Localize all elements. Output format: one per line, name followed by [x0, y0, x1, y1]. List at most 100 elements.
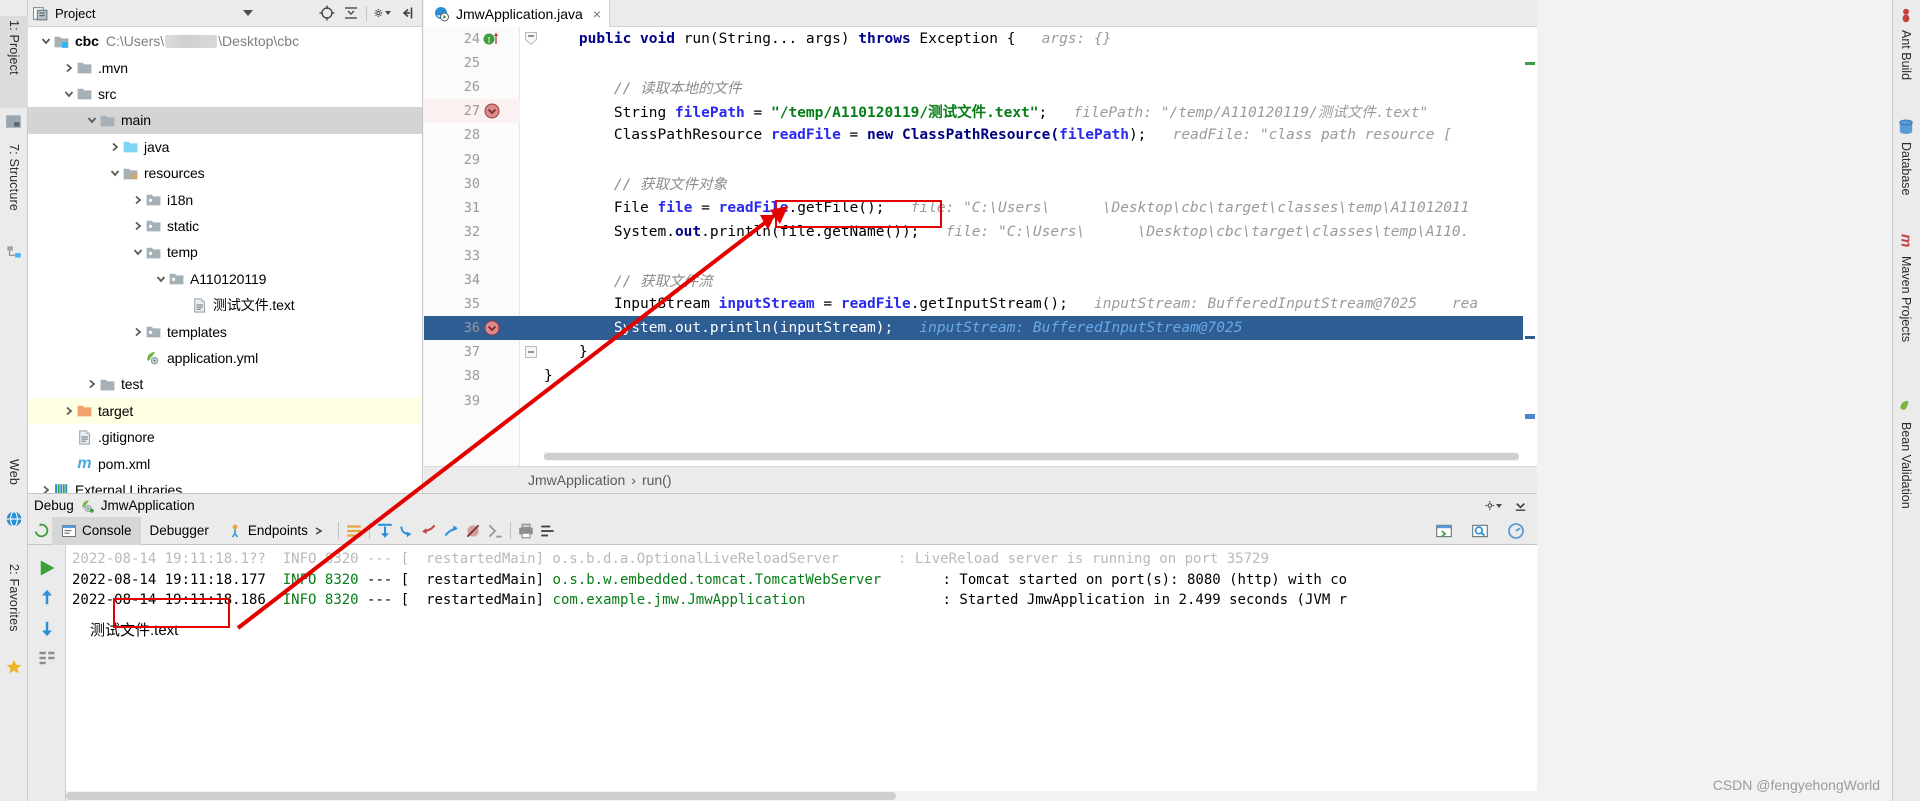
code-line[interactable]: 24 I public void run(String... args) thro… — [424, 27, 1537, 51]
run-method-green-icon[interactable]: I — [482, 29, 502, 49]
chevron-right-icon[interactable] — [130, 192, 145, 207]
tree-row-templates[interactable]: templates — [28, 318, 422, 344]
sidebar-tab-web[interactable]: Web — [0, 455, 28, 507]
step-down-icon[interactable] — [36, 617, 58, 639]
scroll-to-end-icon[interactable] — [374, 520, 396, 542]
debug-header-config[interactable]: JmwApplication — [101, 498, 195, 513]
code-line[interactable]: 26 // 读取本地的文件 — [424, 75, 1537, 99]
code-line[interactable]: 31 File file = readFile.getFile(); file:… — [424, 196, 1537, 220]
close-icon[interactable]: × — [593, 6, 601, 22]
chevron-right-icon[interactable] — [38, 482, 53, 493]
gear-icon[interactable] — [1485, 497, 1502, 514]
endpoints-expand-icon[interactable] — [313, 525, 325, 537]
chevron-down-icon[interactable] — [61, 86, 76, 101]
editor-horizontal-scrollbar[interactable] — [544, 452, 1519, 461]
step-over-icon[interactable] — [396, 520, 418, 542]
console-scrollbar-thumb[interactable] — [66, 792, 896, 800]
dropdown-caret-icon[interactable] — [239, 5, 256, 22]
tree-row-cbc[interactable]: cbc C:\Users\ \Desktop\cbc — [28, 28, 422, 54]
profiler-icon[interactable] — [1505, 520, 1527, 542]
tree-row-main[interactable]: main — [28, 107, 422, 134]
tab-debugger[interactable]: Debugger — [141, 517, 218, 545]
chevron-right-icon[interactable] — [107, 139, 122, 154]
chevron-down-icon[interactable] — [38, 34, 53, 49]
threads-icon[interactable] — [36, 647, 58, 669]
code-line[interactable]: 29 — [424, 148, 1537, 172]
chevron-down-icon[interactable] — [130, 245, 145, 260]
tree-row-resources[interactable]: resources — [28, 160, 422, 186]
code-line[interactable]: 34 // 获取文件流 — [424, 268, 1537, 292]
code-line[interactable]: 32 System.out.println(file.getName()); f… — [424, 220, 1537, 244]
code-editor[interactable]: 24 I public void run(String... args) thro… — [424, 27, 1537, 466]
right-tab-database[interactable]: Database — [1892, 138, 1920, 212]
tree-row-external-libraries[interactable]: External Libraries — [28, 477, 422, 493]
breadcrumb-method[interactable]: run() — [642, 472, 672, 488]
restart-icon[interactable] — [30, 520, 52, 542]
tree-row-i18n[interactable]: i18n — [28, 186, 422, 212]
project-tree[interactable]: cbc C:\Users\ \Desktop\cbc .mvn src main java r… — [28, 28, 422, 493]
search-icon[interactable] — [1469, 520, 1491, 542]
fold-collapse-icon[interactable] — [522, 30, 540, 48]
tree-row-target[interactable]: target — [28, 397, 422, 424]
right-tab-maven-projects[interactable]: Maven Projects — [1892, 252, 1920, 372]
tree-row-pom-xml[interactable]: m pom.xml — [28, 450, 422, 476]
chevron-down-icon[interactable] — [107, 166, 122, 181]
tree-row-src[interactable]: src — [28, 81, 422, 107]
sidebar-tab-favorites[interactable]: 2: Favorites — [0, 560, 28, 656]
tree-row-application-yml[interactable]: application.yml — [28, 345, 422, 371]
code-line[interactable]: 27 String filePath = "/temp/A110120119/测… — [424, 99, 1537, 123]
sidebar-tab-structure[interactable]: 7: Structure — [0, 140, 28, 240]
fold-collapse-icon[interactable] — [522, 343, 540, 361]
chevron-right-icon[interactable] — [130, 218, 145, 233]
breakpoint-disabled-icon[interactable] — [482, 318, 502, 338]
code-line[interactable]: 25 — [424, 51, 1537, 75]
right-tab-bean-validation[interactable]: Bean Validation — [1892, 418, 1920, 538]
console-output[interactable]: 2022-08-14 19:11:18.1?? INFO 8320 --- [ … — [66, 545, 1537, 801]
scrollbar-thumb[interactable] — [544, 453, 1519, 460]
step-into-icon[interactable] — [418, 520, 440, 542]
evaluate-icon[interactable] — [484, 520, 506, 542]
breakpoint-disabled-icon[interactable] — [482, 101, 502, 121]
editor-tab-jmwapplication[interactable]: JmwApplication.java × — [424, 0, 611, 27]
code-line[interactable]: 37 } — [424, 340, 1537, 364]
chevron-down-icon[interactable] — [153, 271, 168, 286]
tree-row-static[interactable]: static — [28, 213, 422, 239]
hide-panel-icon[interactable] — [398, 5, 415, 22]
chevron-right-icon[interactable] — [84, 377, 99, 392]
tree-row-java[interactable]: java — [28, 134, 422, 160]
print-icon[interactable] — [515, 520, 537, 542]
layout-icon[interactable] — [343, 520, 365, 542]
tab-endpoints[interactable]: Endpoints — [218, 517, 334, 545]
code-line[interactable]: 39 — [424, 389, 1537, 413]
resume-program-icon[interactable] — [36, 557, 58, 579]
tree-row-mvn[interactable]: .mvn — [28, 54, 422, 80]
sidebar-tab-project[interactable]: 1: Project — [0, 16, 28, 108]
tree-row-text[interactable]: 测试文件.text — [28, 292, 422, 318]
chevron-down-icon[interactable] — [84, 113, 99, 128]
hide-icon[interactable] — [1512, 497, 1529, 514]
editor-vertical-scrollbar[interactable] — [1523, 54, 1537, 466]
collapse-expand-icon[interactable] — [342, 5, 359, 22]
open-in-browser-icon[interactable] — [1433, 520, 1455, 542]
chevron-right-icon[interactable] — [61, 60, 76, 75]
code-line[interactable]: 33 — [424, 244, 1537, 268]
breadcrumb-class[interactable]: JmwApplication — [528, 472, 625, 488]
tree-row-test[interactable]: test — [28, 371, 422, 397]
chevron-right-icon[interactable] — [130, 324, 145, 339]
mute-breakpoints-icon[interactable] — [462, 520, 484, 542]
settings-list-icon[interactable] — [537, 520, 559, 542]
gear-icon[interactable] — [374, 5, 391, 22]
code-line[interactable]: 38} — [424, 364, 1537, 388]
tree-row-gitignore[interactable]: .gitignore — [28, 424, 422, 450]
step-up-icon[interactable] — [36, 587, 58, 609]
tab-console[interactable]: Console — [52, 516, 141, 545]
code-line[interactable]: 30 // 获取文件对象 — [424, 172, 1537, 196]
tree-row-a110120119[interactable]: A110120119 — [28, 266, 422, 292]
code-line[interactable]: 35 InputStream inputStream = readFile.ge… — [424, 292, 1537, 316]
code-line[interactable]: 36 System.out.println(inputStream); inpu… — [424, 316, 1537, 341]
locate-target-icon[interactable] — [318, 5, 335, 22]
tree-row-temp[interactable]: temp — [28, 239, 422, 265]
chevron-right-icon[interactable] — [61, 403, 76, 418]
code-line[interactable]: 28 ClassPathResource readFile = new Clas… — [424, 123, 1537, 147]
right-tab-ant-build[interactable]: Ant Build — [1892, 26, 1920, 104]
